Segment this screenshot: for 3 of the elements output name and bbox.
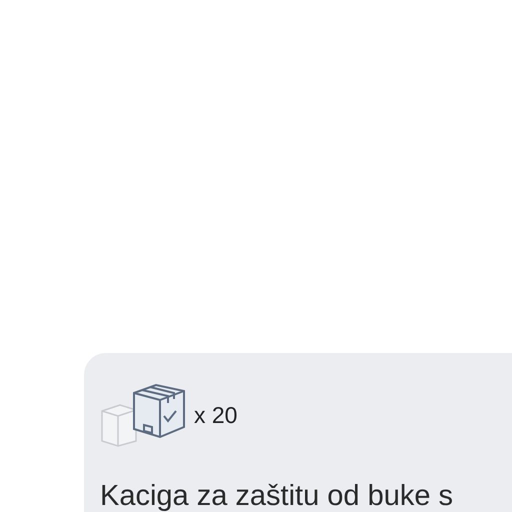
product-title: Kaciga za zaštitu od buke s <box>100 479 454 512</box>
quantity-label: x 20 <box>194 400 238 430</box>
boxes-icon <box>100 383 186 447</box>
